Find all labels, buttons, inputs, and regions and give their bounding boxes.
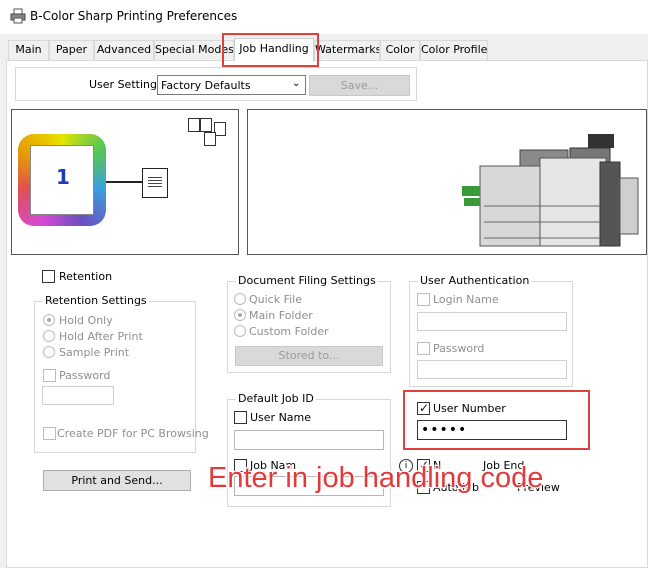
retention-label: Retention [59, 270, 113, 283]
user-settings-value: Factory Defaults [161, 79, 251, 92]
retention-settings-title: Retention Settings [43, 294, 149, 307]
save-button[interactable]: Save... [309, 75, 410, 96]
annotation-caption: Enter in job handling code [207, 461, 545, 496]
login-name-checkbox[interactable] [417, 293, 430, 306]
hold-only-radio[interactable] [43, 314, 55, 326]
main-folder-label: Main Folder [249, 309, 313, 322]
print-and-send-button[interactable]: Print and Send... [43, 470, 191, 491]
default-job-id-title: Default Job ID [236, 392, 316, 405]
tab-paper[interactable]: Paper [49, 40, 94, 60]
user-name-field[interactable] [234, 430, 384, 450]
chevron-down-icon: ⌄ [292, 78, 301, 89]
main-folder-radio[interactable] [234, 309, 246, 321]
auth-password-checkbox[interactable] [417, 342, 430, 355]
user-name-label: User Name [250, 411, 312, 424]
login-name-label: Login Name [433, 293, 499, 306]
stored-to-button[interactable]: Stored to... [235, 346, 383, 366]
hold-after-print-label: Hold After Print [59, 330, 143, 343]
retention-password-field[interactable] [42, 386, 114, 405]
tab-main[interactable]: Main [8, 40, 49, 60]
user-number-field[interactable]: ••••• [417, 420, 567, 440]
copies-icon [188, 118, 232, 148]
retention-checkbox[interactable] [42, 270, 55, 283]
hold-only-label: Hold Only [59, 314, 113, 327]
tab-advanced[interactable]: Advanced [94, 40, 154, 60]
auth-password-label: Password [433, 342, 485, 355]
retention-password-label: Password [59, 369, 111, 382]
job-handling-tab-highlight [222, 33, 319, 67]
printer-icon [10, 8, 26, 27]
user-settings-label: User Settings: [89, 78, 167, 91]
user-number-checkbox[interactable] [417, 400, 430, 416]
login-name-field[interactable] [417, 312, 567, 331]
window-title: B-Color Sharp Printing Preferences [30, 9, 238, 23]
printer-illustration [462, 134, 639, 247]
custom-folder-label: Custom Folder [249, 325, 329, 338]
quick-file-label: Quick File [249, 293, 303, 306]
auth-password-field[interactable] [417, 360, 567, 379]
tab-color-profile[interactable]: Color Profile [420, 40, 488, 60]
custom-folder-radio[interactable] [234, 325, 246, 337]
tab-strip: Main Paper Advanced Special Modes Job Ha… [0, 38, 648, 61]
hold-after-print-radio[interactable] [43, 330, 55, 342]
layout-preview: 1 [11, 109, 239, 255]
sample-print-label: Sample Print [59, 346, 130, 359]
quick-file-radio[interactable] [234, 293, 246, 305]
printer-preview [247, 109, 647, 255]
document-icon [142, 168, 168, 198]
user-settings-dropdown[interactable]: Factory Defaults ⌄ [157, 75, 306, 95]
user-number-value: ••••• [421, 422, 468, 438]
create-pdf-label: Create PDF for PC Browsing [57, 427, 209, 440]
retention-password-checkbox[interactable] [43, 369, 56, 382]
title-bar: B-Color Sharp Printing Preferences [0, 0, 648, 34]
document-filing-title: Document Filing Settings [236, 274, 378, 287]
tab-watermarks[interactable]: Watermarks [314, 40, 380, 60]
tab-color[interactable]: Color [380, 40, 420, 60]
create-pdf-checkbox[interactable] [43, 427, 56, 440]
page-number: 1 [56, 165, 70, 189]
connector-line [106, 181, 142, 183]
user-number-label: User Number [433, 402, 506, 415]
user-authentication-title: User Authentication [418, 274, 532, 287]
sample-print-radio[interactable] [43, 346, 55, 358]
user-name-checkbox[interactable] [234, 411, 247, 424]
